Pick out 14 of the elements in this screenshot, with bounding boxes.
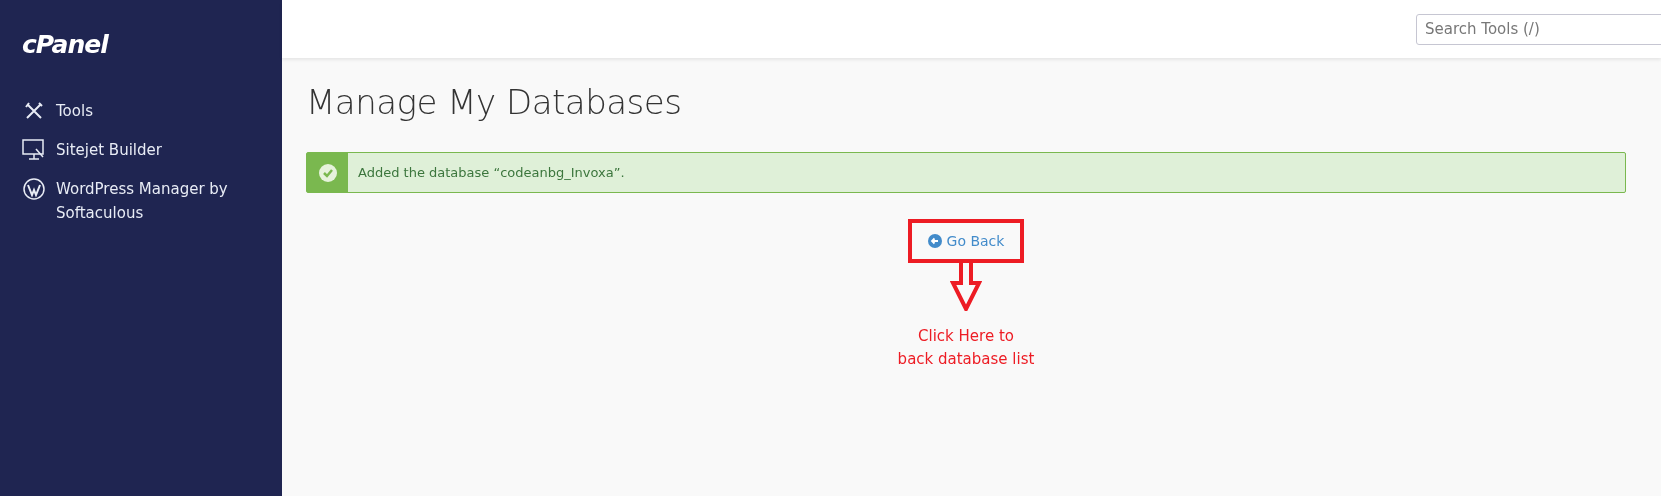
monitor-pencil-icon	[22, 139, 46, 161]
page-title: Manage My Databases	[306, 82, 683, 122]
go-back-link[interactable]: Go Back	[927, 233, 1005, 249]
sidebar-item[interactable]: WordPress Manager by Softaculous	[22, 177, 262, 225]
sidebar-item[interactable]: Sitejet Builder	[22, 138, 262, 162]
annotation-text: Click Here to back database list	[897, 326, 1035, 370]
alert-message: Added the database “codeanbg_Invoxa”.	[357, 165, 625, 180]
wordpress-icon	[23, 178, 45, 200]
sidebar-item[interactable]: Tools	[22, 99, 262, 123]
tools-icon	[24, 101, 44, 121]
check-circle-icon	[317, 162, 338, 183]
cpanel-logo[interactable]: cPanel	[22, 30, 108, 59]
search-field[interactable]: Search Tools (/)	[1416, 13, 1661, 45]
back-arrow-icon	[927, 234, 942, 248]
